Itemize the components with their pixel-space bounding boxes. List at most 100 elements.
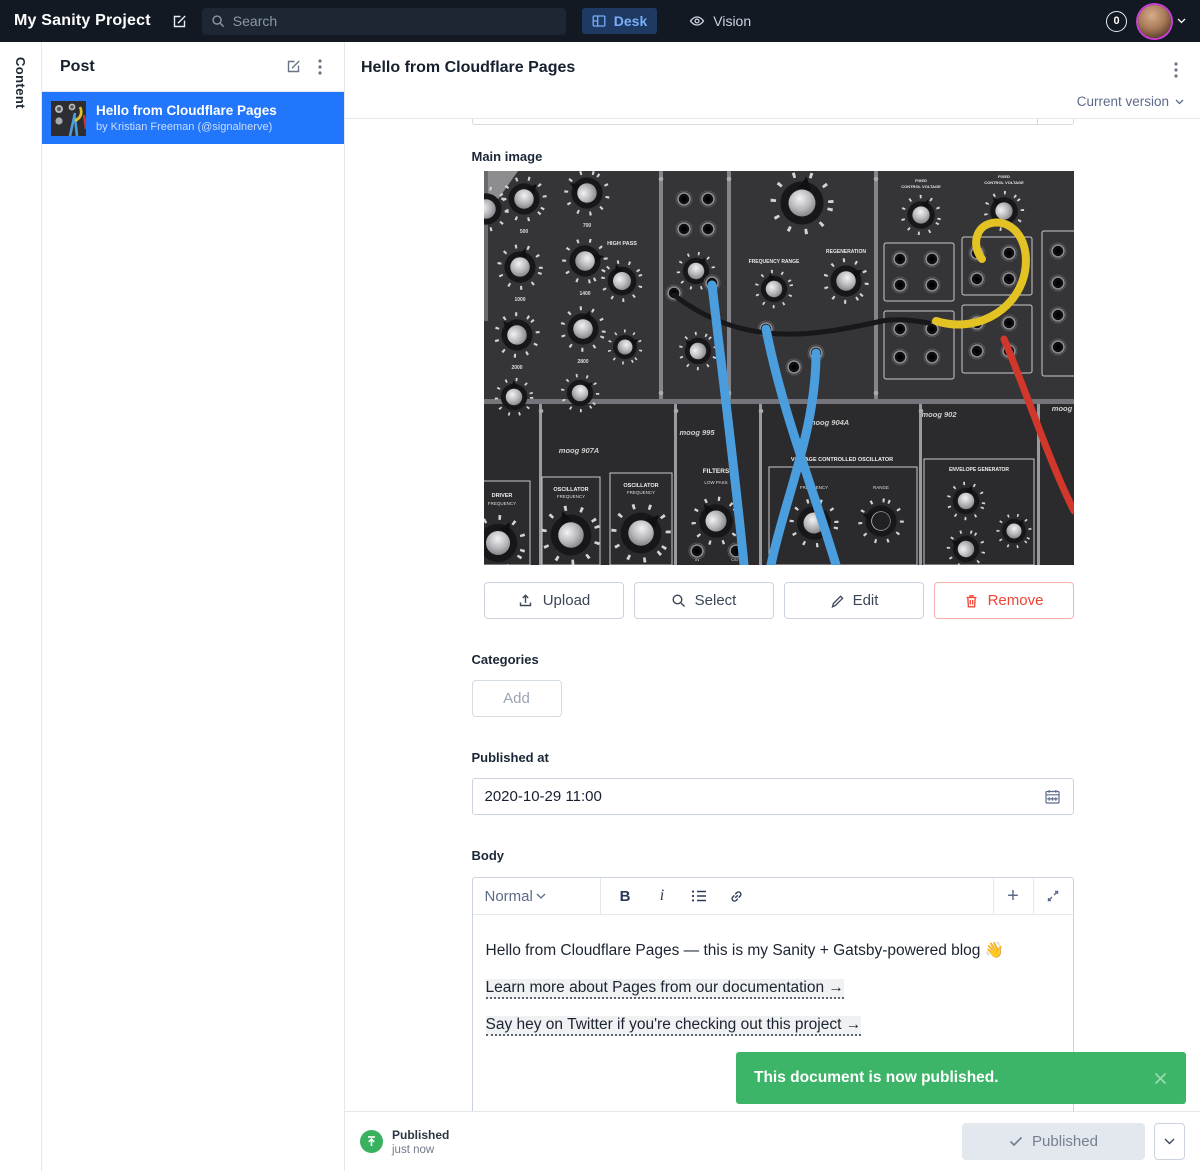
svg-text:CONTROL VOLTAGE: CONTROL VOLTAGE (984, 180, 1024, 185)
tab-desk[interactable]: Desk (582, 8, 657, 34)
style-select[interactable]: Normal (473, 878, 601, 914)
chevron-down-icon[interactable] (1177, 18, 1186, 24)
calendar-icon[interactable] (1044, 788, 1061, 805)
svg-text:700: 700 (582, 223, 591, 229)
document-form: Main image (345, 119, 1200, 1111)
search-input[interactable] (233, 13, 533, 29)
edit-button[interactable]: Edit (784, 582, 924, 619)
svg-text:moog 904A: moog 904A (808, 418, 848, 427)
desk-icon (592, 14, 606, 28)
compose-icon (171, 13, 188, 30)
svg-text:1400: 1400 (579, 291, 590, 297)
compose-icon (285, 58, 302, 75)
post-thumbnail (51, 101, 86, 136)
publish-status-time: just now (392, 1144, 449, 1156)
categories-section: Categories Add (472, 652, 1074, 717)
svg-text:FREQUENCY: FREQUENCY (487, 501, 515, 506)
svg-text:LOW PASS: LOW PASS (704, 480, 727, 485)
bullet-list-button[interactable] (681, 878, 718, 914)
list-item-post[interactable]: Hello from Cloudflare Pages by Kristian … (42, 92, 344, 144)
categories-label: Categories (472, 652, 1074, 667)
main-image-label: Main image (472, 149, 1074, 164)
remove-label: Remove (988, 592, 1044, 609)
tab-vision-label: Vision (713, 13, 751, 29)
menu-dots-icon (318, 59, 322, 75)
post-list-pane: Post (42, 42, 345, 1171)
document-header: Hello from Cloudflare Pages Current vers… (345, 42, 1200, 119)
avatar[interactable] (1138, 5, 1171, 38)
svg-text:500: 500 (519, 229, 528, 235)
chevron-down-icon (536, 893, 588, 900)
svg-text:HIGH PASS: HIGH PASS (607, 241, 637, 247)
menu-dots-icon (1174, 62, 1178, 78)
tab-desk-label: Desk (614, 13, 647, 29)
pane-menu-button[interactable] (310, 59, 330, 75)
edit-label: Edit (853, 592, 879, 609)
publish-status-title: Published (392, 1128, 449, 1142)
publish-button[interactable]: Published (962, 1123, 1145, 1160)
document-menu-button[interactable] (1166, 58, 1186, 82)
published-at-input[interactable] (485, 788, 1044, 805)
link-icon (729, 889, 744, 904)
published-at-label: Published at (472, 750, 1074, 765)
svg-text:CONTROL VOLTAGE: CONTROL VOLTAGE (901, 184, 941, 189)
tab-vision[interactable]: Vision (679, 8, 761, 34)
pencil-icon (829, 593, 844, 608)
svg-text:REGENERATION: REGENERATION (826, 249, 866, 255)
new-document-button[interactable] (277, 58, 310, 75)
slug-field-cutoff[interactable] (472, 119, 1074, 125)
svg-text:ENVELOPE GENERATOR: ENVELOPE GENERATOR (948, 467, 1008, 473)
toast-message: This document is now published. (754, 1069, 999, 1087)
svg-text:FREQUENCY: FREQUENCY (556, 494, 584, 499)
version-selector[interactable]: Current version (1077, 94, 1184, 109)
search-bar[interactable] (202, 8, 566, 35)
expand-icon (1046, 889, 1060, 903)
published-at-section: Published at (472, 750, 1074, 815)
twitter-link[interactable]: Say hey on Twitter if you're checking ou… (486, 1016, 862, 1036)
body-paragraph: Hello from Cloudflare Pages — this is my… (486, 940, 1060, 962)
svg-text:2000: 2000 (511, 365, 522, 371)
svg-text:FIXED: FIXED (998, 174, 1010, 179)
chevron-down-icon (1175, 99, 1184, 105)
fullscreen-button[interactable] (1033, 878, 1073, 914)
eye-icon (689, 14, 705, 28)
version-label: Current version (1077, 94, 1169, 109)
compose-button[interactable] (171, 13, 188, 30)
main-image-preview[interactable]: 500 700 1000 1400 2000 2800 (484, 171, 1074, 565)
publish-button-label: Published (1032, 1133, 1098, 1150)
svg-text:moog 995: moog 995 (679, 428, 715, 437)
insert-block-button[interactable]: + (993, 878, 1033, 914)
document-footer: Published just now Published (345, 1111, 1200, 1171)
checkmark-icon (1009, 1136, 1023, 1147)
status-badge[interactable]: 0 (1106, 11, 1127, 32)
trash-icon (964, 593, 979, 609)
svg-text:moog 907A: moog 907A (558, 446, 598, 455)
content-rail-label[interactable]: Content (13, 57, 28, 1171)
close-icon[interactable] (1153, 1071, 1168, 1086)
svg-text:RANGE: RANGE (872, 485, 888, 490)
select-label: Select (695, 592, 737, 609)
publish-toast: This document is now published. (736, 1052, 1186, 1104)
docs-link[interactable]: Learn more about Pages from our document… (486, 979, 844, 999)
select-button[interactable]: Select (634, 582, 774, 619)
add-category-button[interactable]: Add (472, 680, 562, 717)
svg-text:DRIVER: DRIVER (491, 493, 512, 499)
upload-button[interactable]: Upload (484, 582, 624, 619)
remove-button[interactable]: Remove (934, 582, 1074, 619)
document-title: Hello from Cloudflare Pages (361, 59, 1184, 77)
upload-label: Upload (543, 592, 591, 609)
svg-text:FIXED: FIXED (915, 178, 927, 183)
svg-text:FILTERS: FILTERS (702, 468, 729, 475)
publish-menu-button[interactable] (1154, 1123, 1185, 1160)
list-item-subtitle: by Kristian Freeman (@signalnerve) (96, 121, 277, 133)
svg-text:OSCILLATOR: OSCILLATOR (623, 483, 658, 489)
link-button[interactable] (718, 878, 755, 914)
pane-title: Post (60, 58, 277, 76)
plus-icon: + (1007, 885, 1019, 908)
top-navbar: My Sanity Project Desk Vision 0 (0, 0, 1200, 42)
chevron-down-icon (1164, 1138, 1175, 1145)
published-at-field[interactable] (472, 778, 1074, 815)
italic-button[interactable]: i (644, 878, 681, 914)
bold-button[interactable]: B (607, 878, 644, 914)
search-icon (211, 14, 225, 28)
